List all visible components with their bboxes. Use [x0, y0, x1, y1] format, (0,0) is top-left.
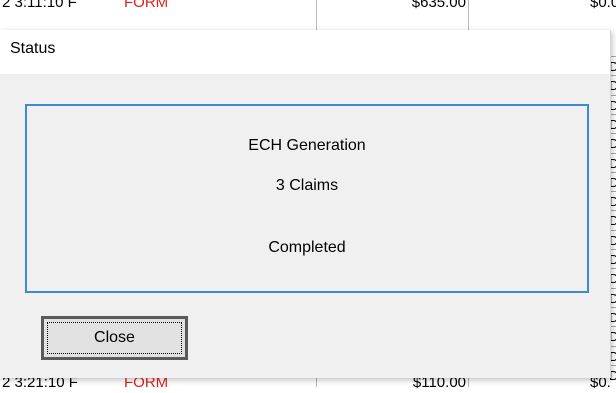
dialog-titlebar[interactable]: Status — [0, 30, 610, 74]
status-line-operation: ECH Generation — [248, 137, 366, 154]
status-line-result: Completed — [268, 239, 346, 256]
row-time: 2 3:11:10 F — [2, 0, 77, 11]
status-dialog: Status ECH Generation 3 Claims Completed… — [0, 30, 611, 378]
dialog-title: Status — [10, 40, 56, 57]
close-button[interactable]: Close — [41, 316, 188, 360]
row-type: FORM — [124, 0, 169, 11]
close-button-label: Close — [47, 322, 182, 354]
status-line-count: 3 Claims — [275, 177, 339, 194]
status-panel: ECH Generation 3 Claims Completed — [25, 104, 589, 293]
table-row[interactable]: 2 3:11:10 F FORM $635.00 $0.0 — [0, 0, 616, 13]
row-amount2: $0.0 — [590, 0, 616, 11]
row-amount: $635.00 — [411, 0, 466, 11]
